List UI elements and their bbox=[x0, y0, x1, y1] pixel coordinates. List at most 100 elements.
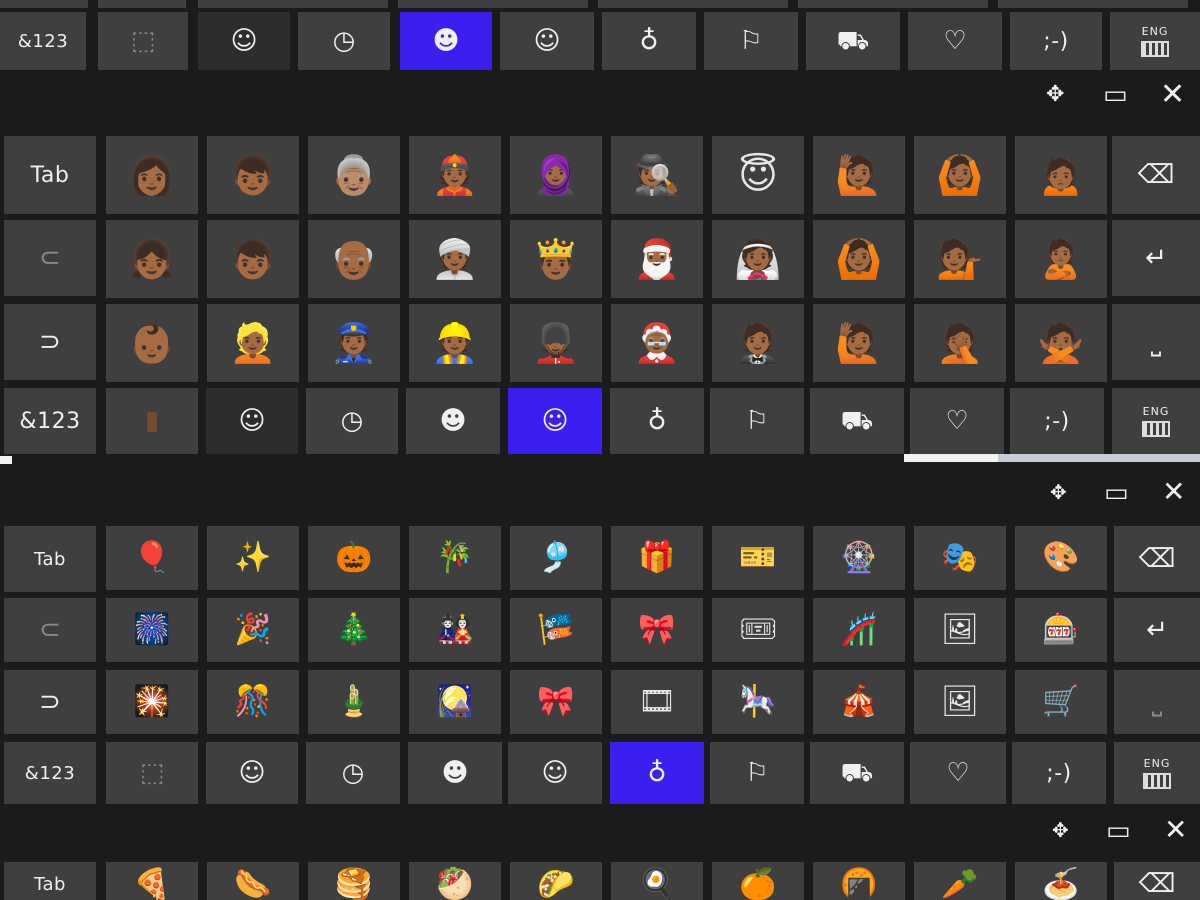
emoji-key[interactable]: 🎡 bbox=[813, 526, 905, 590]
emoji-key[interactable]: 🥙 bbox=[409, 862, 501, 900]
space-key[interactable]: ⎵ bbox=[1114, 670, 1200, 734]
emoji-key[interactable]: 💁🏾 bbox=[914, 220, 1006, 298]
emoji-key[interactable]: 🎇 bbox=[106, 670, 198, 734]
laugh-category-key[interactable]: ☻ bbox=[406, 388, 500, 454]
car-category-key[interactable]: ⛟ bbox=[810, 742, 904, 804]
emoticon-key[interactable]: ;-) bbox=[1010, 388, 1104, 454]
laugh-category-key[interactable]: ☻ bbox=[408, 742, 502, 804]
emoji-key[interactable]: 🤵🏾 bbox=[712, 304, 804, 382]
emoji-key[interactable]: 🖼 bbox=[914, 670, 1006, 734]
emoji-key[interactable]: 🍳 bbox=[611, 862, 703, 900]
next-page-key[interactable]: ⊃ bbox=[4, 304, 96, 380]
car-category-key[interactable]: ⛟ bbox=[806, 12, 900, 70]
emoji-key[interactable]: 🎪 bbox=[813, 670, 905, 734]
emoji-key[interactable]: 🖼 bbox=[914, 598, 1006, 662]
emoji-key[interactable]: 👱🏾 bbox=[207, 304, 299, 382]
balloon-category-key[interactable]: ♁ bbox=[602, 12, 696, 70]
car-category-key[interactable]: ⛟ bbox=[810, 388, 904, 454]
smiley-category-key[interactable]: ☺ bbox=[198, 12, 290, 70]
emoji-key[interactable]: 🌭 bbox=[207, 862, 299, 900]
clock-category-key[interactable]: ◷ bbox=[306, 388, 398, 454]
emoji-key[interactable]: 🎎 bbox=[409, 598, 501, 662]
enter-key[interactable]: ↵ bbox=[1114, 598, 1200, 662]
heart-category-key[interactable]: ♡ bbox=[910, 742, 1006, 804]
emoji-key[interactable]: 🎑 bbox=[409, 670, 501, 734]
emoji-key[interactable]: 🎀 bbox=[510, 670, 602, 734]
language-key[interactable]: ENG bbox=[1112, 388, 1200, 454]
emoji-key[interactable]: 👮🏾 bbox=[308, 304, 400, 382]
emoji-key[interactable]: 😇 bbox=[712, 136, 804, 214]
emoji-key[interactable]: 🎠 bbox=[712, 670, 804, 734]
close-icon[interactable]: ✕ bbox=[1162, 478, 1185, 506]
emoji-key[interactable]: 🙋🏾 bbox=[813, 136, 905, 214]
emoji-key[interactable]: 👵🏽 bbox=[308, 136, 400, 214]
emoji-key[interactable]: 🙋🏾 bbox=[813, 304, 905, 382]
emoji-key[interactable]: 🤴🏾 bbox=[510, 220, 602, 298]
emoji-key[interactable]: 🎊 bbox=[207, 670, 299, 734]
language-key[interactable]: ENG bbox=[1114, 742, 1200, 804]
emoji-key[interactable]: 👩🏾 bbox=[106, 136, 198, 214]
emoji-key[interactable]: 👴🏾 bbox=[308, 220, 400, 298]
emoji-key[interactable]: 🎈 bbox=[106, 526, 198, 590]
numsym-key[interactable]: &123 bbox=[0, 12, 86, 70]
emoji-key[interactable]: 🍕 bbox=[106, 862, 198, 900]
space-key[interactable]: ⎵ bbox=[1112, 304, 1200, 380]
emoji-key[interactable]: 🙎🏾 bbox=[1015, 220, 1107, 298]
emoji-key[interactable]: 👰🏾 bbox=[712, 220, 804, 298]
smiley-category-key[interactable]: ☺ bbox=[206, 388, 298, 454]
emoji-key[interactable]: 🎅🏾 bbox=[611, 220, 703, 298]
emoji-key[interactable]: 🎰 bbox=[1015, 598, 1107, 662]
emoji-key[interactable]: 🛒 bbox=[1015, 670, 1107, 734]
language-key[interactable]: ENG bbox=[1110, 12, 1200, 70]
emoji-key[interactable]: 🍘 bbox=[813, 862, 905, 900]
balloon-category-key[interactable]: ♁ bbox=[610, 742, 704, 804]
emoji-key[interactable]: 🎃 bbox=[308, 526, 400, 590]
emoji-key[interactable]: 💂🏾 bbox=[510, 304, 602, 382]
emoji-key[interactable]: ✨ bbox=[207, 526, 299, 590]
emoji-key[interactable]: 👦🏾 bbox=[207, 220, 299, 298]
emoji-key[interactable]: 🕵🏾 bbox=[611, 136, 703, 214]
recent-category-key[interactable]: ▮ bbox=[106, 388, 198, 454]
emoji-key[interactable]: 🎉 bbox=[207, 598, 299, 662]
emoji-key[interactable]: 🎫 bbox=[712, 526, 804, 590]
emoji-key[interactable]: 🎟 bbox=[712, 598, 804, 662]
person-category-key[interactable]: ☺ bbox=[500, 12, 594, 70]
dock-icon[interactable]: ▭ bbox=[1104, 480, 1129, 506]
clock-category-key[interactable]: ◷ bbox=[298, 12, 390, 70]
emoji-key[interactable]: 🙍🏾 bbox=[1015, 136, 1107, 214]
emoji-key[interactable]: 🎀 bbox=[611, 598, 703, 662]
emoji-key[interactable]: 🎢 bbox=[813, 598, 905, 662]
emoji-key[interactable]: 🎁 bbox=[611, 526, 703, 590]
person-category-key[interactable]: ☺ bbox=[508, 388, 602, 454]
emoji-key[interactable]: 🤦🏾 bbox=[914, 304, 1006, 382]
emoji-key[interactable]: 👳🏾 bbox=[409, 220, 501, 298]
move-icon[interactable]: ✥ bbox=[1050, 482, 1067, 502]
emoji-key[interactable]: 🙅🏾 bbox=[1015, 304, 1107, 382]
tab-key[interactable]: Tab bbox=[4, 526, 96, 592]
emoji-key[interactable]: 🎏 bbox=[510, 598, 602, 662]
emoticon-key[interactable]: ;-) bbox=[1010, 12, 1102, 70]
tab-key[interactable]: Tab bbox=[4, 862, 96, 900]
numsym-key[interactable]: &123 bbox=[4, 388, 96, 454]
emoji-key[interactable]: 🥕 bbox=[914, 862, 1006, 900]
clock-category-key[interactable]: ◷ bbox=[306, 742, 400, 804]
recent-category-key[interactable]: ⬚ bbox=[98, 12, 188, 70]
close-icon[interactable]: ✕ bbox=[1160, 80, 1185, 110]
balloon-category-key[interactable]: ♁ bbox=[610, 388, 704, 454]
backspace-key[interactable]: ⌫ bbox=[1112, 136, 1200, 214]
heart-category-key[interactable]: ♡ bbox=[910, 388, 1004, 454]
prev-page-key[interactable]: ⊂ bbox=[4, 598, 96, 662]
backspace-key[interactable]: ⌫ bbox=[1114, 526, 1200, 592]
tab-key[interactable]: Tab bbox=[4, 136, 96, 214]
flag-category-key[interactable]: ⚐ bbox=[704, 12, 798, 70]
close-icon[interactable]: ✕ bbox=[1164, 816, 1187, 844]
emoji-key[interactable]: 🎭 bbox=[914, 526, 1006, 590]
flag-category-key[interactable]: ⚐ bbox=[710, 742, 804, 804]
emoji-key[interactable]: 🍝 bbox=[1015, 862, 1107, 900]
emoji-key[interactable]: 🎋 bbox=[409, 526, 501, 590]
laugh-category-key[interactable]: ☻ bbox=[400, 12, 492, 70]
flag-category-key[interactable]: ⚐ bbox=[710, 388, 804, 454]
next-page-key[interactable]: ⊃ bbox=[4, 670, 96, 734]
emoji-key[interactable]: 🌮 bbox=[510, 862, 602, 900]
dock-icon[interactable]: ▭ bbox=[1106, 818, 1131, 844]
